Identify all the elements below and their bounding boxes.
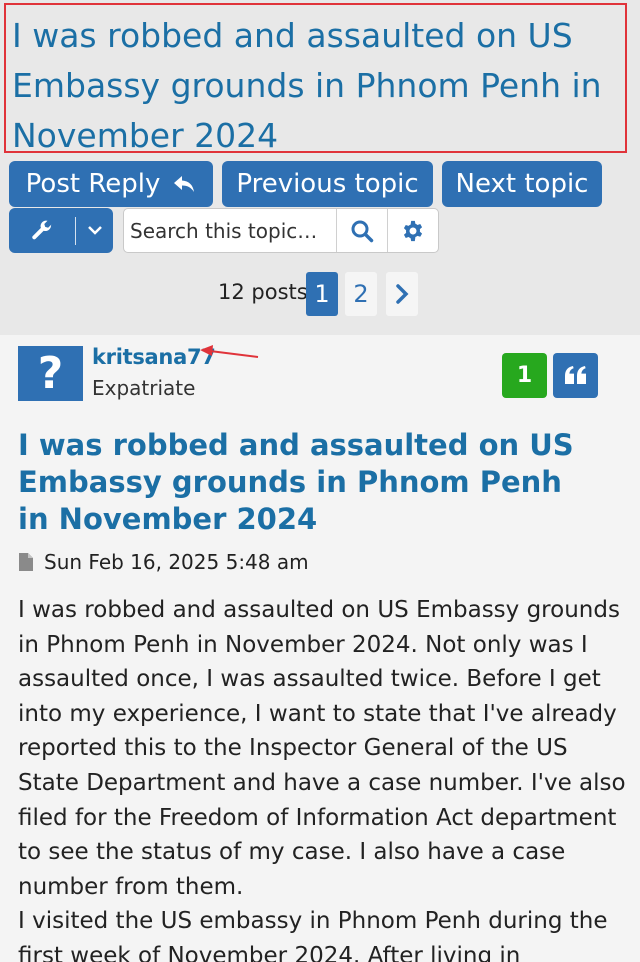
- post-date: Sun Feb 16, 2025 5:48 am: [44, 550, 309, 574]
- pagination: 12 posts 1 2: [0, 272, 640, 316]
- quote-icon: [564, 365, 586, 384]
- topic-tools-button[interactable]: [9, 208, 75, 253]
- avatar-placeholder-icon: ?: [37, 348, 64, 399]
- post-paragraph: I was robbed and assaulted on US Embassy…: [18, 597, 626, 900]
- author-rank: Expatriate: [92, 376, 196, 400]
- wrench-icon: [32, 220, 52, 239]
- next-topic-button[interactable]: Next topic: [442, 161, 602, 207]
- tools-caret-button[interactable]: [76, 226, 113, 235]
- reply-arrow-icon: [174, 176, 195, 192]
- topic-title[interactable]: I was robbed and assaulted on US Embassy…: [4, 3, 627, 155]
- like-count-badge[interactable]: 1: [502, 353, 547, 398]
- post-title[interactable]: I was robbed and assaulted on US Embassy…: [18, 427, 578, 538]
- caret-down-icon: [87, 226, 102, 235]
- page-2-button[interactable]: 2: [345, 272, 377, 316]
- annotation-arrow-icon: [200, 345, 259, 358]
- next-page-button[interactable]: [386, 272, 418, 316]
- search-button[interactable]: [337, 209, 387, 252]
- post-body: I was robbed and assaulted on US Embassy…: [18, 593, 628, 962]
- search-icon: [351, 220, 374, 242]
- previous-topic-button[interactable]: Previous topic: [222, 161, 433, 207]
- page-1-button[interactable]: 1: [306, 272, 338, 316]
- file-icon: [19, 553, 33, 571]
- topic-search-box: [123, 208, 439, 253]
- advanced-search-button[interactable]: [388, 209, 438, 252]
- divider: [75, 216, 76, 245]
- avatar[interactable]: ?: [18, 346, 83, 401]
- search-input[interactable]: [124, 209, 336, 252]
- topic-tools-dropdown[interactable]: [9, 208, 113, 253]
- post-reply-label: Post Reply: [25, 169, 161, 199]
- quote-button[interactable]: [553, 353, 598, 398]
- gear-icon: [403, 220, 423, 241]
- post-paragraph: I visited the US embassy in Phnom Penh d…: [18, 908, 608, 962]
- posts-count: 12 posts: [218, 280, 308, 304]
- post-reply-button[interactable]: Post Reply: [9, 161, 213, 207]
- chevron-right-icon: [396, 284, 409, 304]
- post-meta: Sun Feb 16, 2025 5:48 am: [18, 550, 309, 574]
